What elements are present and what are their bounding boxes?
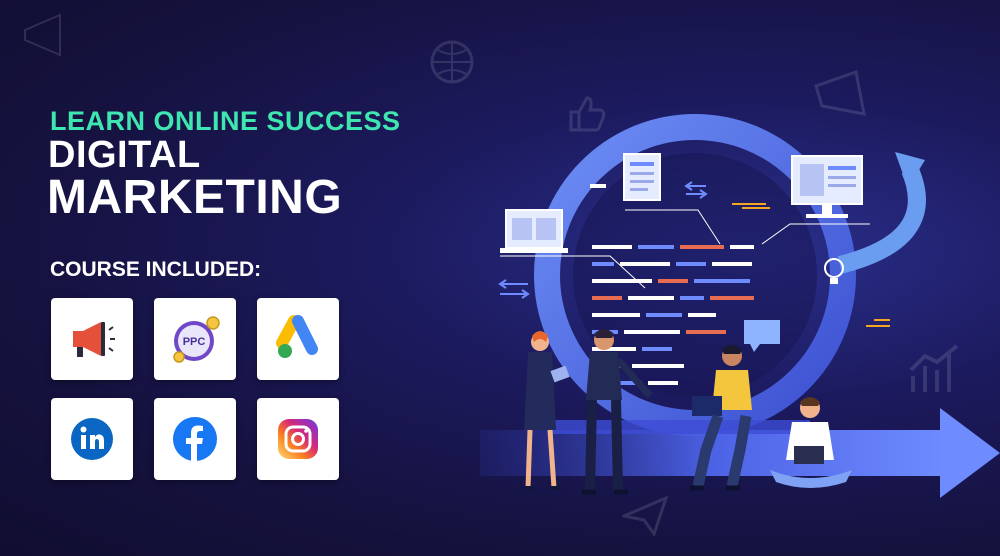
tile-megaphone <box>51 298 133 380</box>
course-included-heading: COURSE INCLUDED: <box>50 258 262 281</box>
tile-ppc: PPC <box>154 298 236 380</box>
laptop-screen-icon <box>500 209 568 253</box>
monitor-screen-icon <box>791 155 863 218</box>
google-ads-icon <box>276 315 318 358</box>
ppc-label: PPC <box>183 336 206 348</box>
tile-instagram <box>257 398 339 480</box>
document-screen-icon <box>623 153 661 201</box>
megaphone-doodle-icon <box>24 13 61 57</box>
tagline: LEARN ONLINE SUCCESS <box>50 106 401 136</box>
linkedin-icon <box>71 418 113 460</box>
digital-marketing-illustration <box>480 114 1000 498</box>
facebook-icon <box>173 417 217 461</box>
ppc-icon: PPC <box>173 316 220 363</box>
instagram-icon <box>278 419 318 459</box>
tile-linkedin <box>51 398 133 480</box>
tile-facebook <box>154 398 236 480</box>
globe-doodle-icon <box>430 40 474 84</box>
tile-google-ads <box>257 298 339 380</box>
title-marketing: MARKETING <box>47 171 343 224</box>
marketing-banner: { "header": { "tagline": "LEARN ONLINE S… <box>0 0 1000 556</box>
megaphone-icon <box>73 322 115 357</box>
